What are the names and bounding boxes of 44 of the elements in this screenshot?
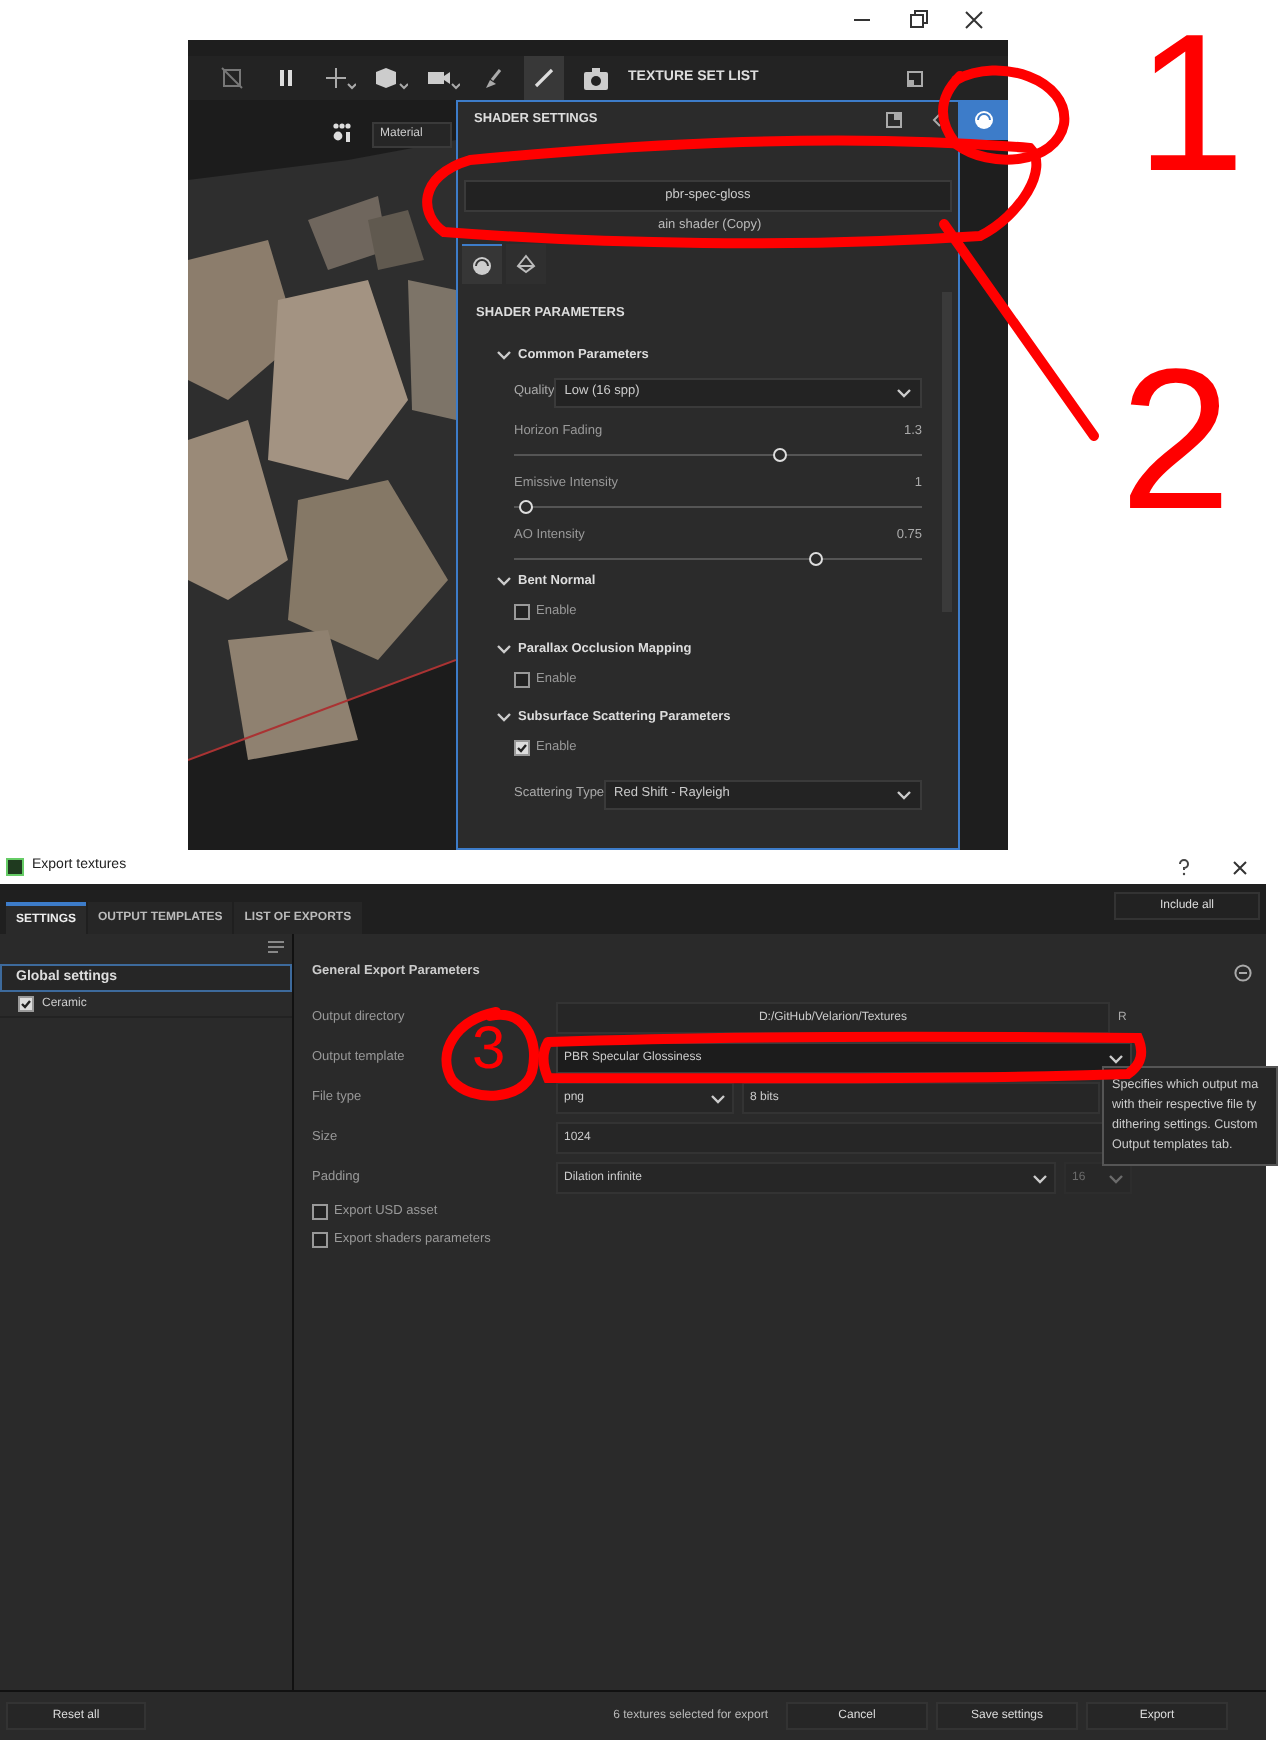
slider-thumb[interactable] — [772, 447, 787, 462]
annotation-number: 2 — [1120, 340, 1232, 540]
app-icon — [6, 858, 24, 876]
checkbox[interactable] — [18, 996, 34, 1012]
annotation-number: 1 — [1136, 4, 1246, 200]
popout-icon — [906, 69, 925, 87]
axis-icon — [324, 66, 356, 90]
channels-icon — [332, 122, 352, 146]
checkbox[interactable] — [312, 1232, 328, 1248]
chevron-icon — [1108, 1051, 1124, 1065]
close-icon — [1232, 859, 1248, 875]
shader-settings-tab[interactable] — [960, 100, 1008, 140]
hide-icon — [220, 66, 244, 90]
slider-thumb[interactable] — [519, 499, 534, 514]
panel-tab[interactable] — [462, 244, 502, 284]
list-icon — [268, 940, 284, 956]
paint-tool-button[interactable] — [524, 56, 564, 100]
cube-icon — [376, 66, 408, 90]
annotation-number: 3 — [472, 1020, 506, 1080]
panel-tab[interactable] — [506, 244, 546, 284]
camera-icon — [428, 66, 460, 90]
shader-sphere-icon — [472, 255, 492, 275]
slider-thumb[interactable] — [808, 551, 823, 566]
brush-icon — [480, 66, 504, 90]
checkbox[interactable] — [312, 1204, 328, 1220]
checkbox[interactable] — [514, 739, 530, 756]
close-icon — [964, 10, 984, 30]
shader-sphere-icon — [974, 110, 994, 130]
chevron-icon — [1032, 1171, 1048, 1185]
geometry-icon — [516, 254, 536, 274]
maximize-icon — [908, 10, 928, 30]
checkbox[interactable] — [514, 671, 530, 688]
checkbox[interactable] — [514, 603, 530, 620]
collapse-icon — [930, 112, 942, 128]
reset-icon — [1234, 963, 1252, 981]
camera-icon — [584, 67, 608, 89]
popout-icon — [886, 112, 902, 128]
chevron-icon — [896, 385, 912, 400]
pen-icon — [534, 68, 554, 88]
help-icon — [1176, 858, 1192, 876]
pause-icon — [276, 68, 296, 88]
chevron-icon — [1108, 1171, 1124, 1185]
chevron-icon — [710, 1091, 726, 1105]
chevron-icon — [896, 787, 912, 802]
